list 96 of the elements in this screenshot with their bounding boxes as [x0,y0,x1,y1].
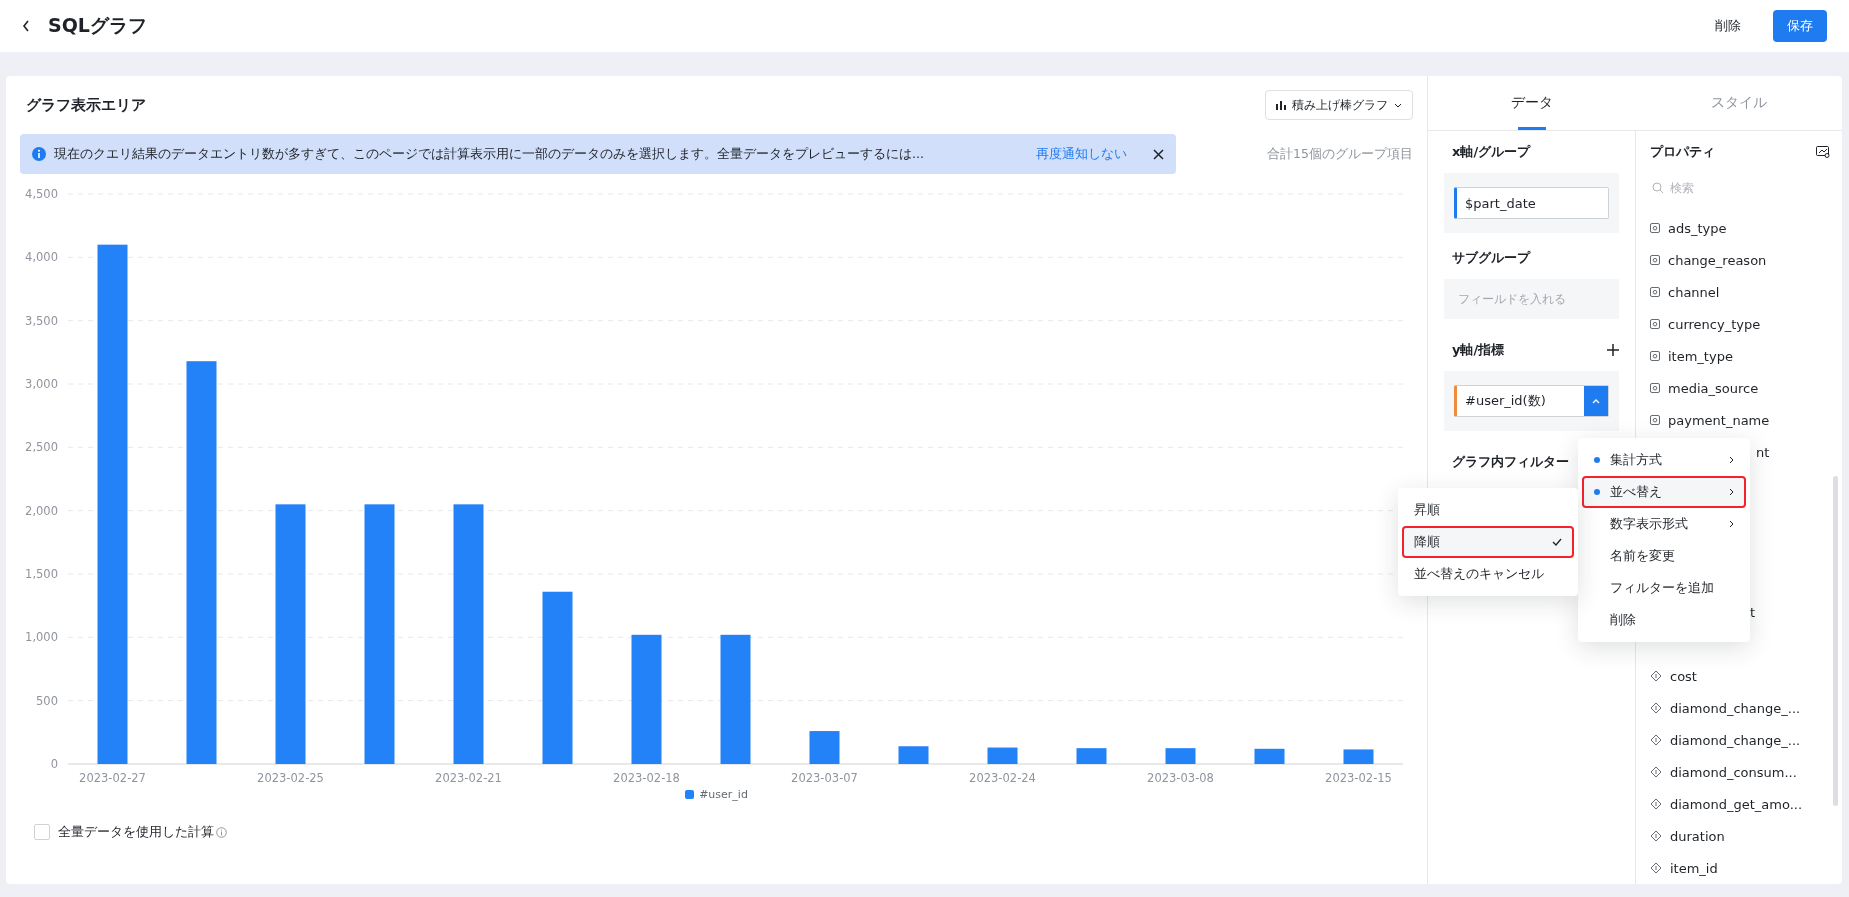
property-item[interactable]: cost [1650,660,1830,692]
menu-item[interactable]: フィルターを追加 [1582,572,1746,604]
bar [809,731,840,764]
diamond-icon [1650,702,1662,714]
y-axis-label: 4,500 [25,187,58,201]
close-icon[interactable] [1153,148,1164,160]
checkbox-label: 全量データを使用した計算 [58,823,214,841]
text-type-icon [1650,415,1660,425]
chart-type-dropdown[interactable]: 積み上げ棒グラフ [1265,90,1413,120]
property-item[interactable]: duration [1650,820,1830,852]
property-item[interactable]: media_source [1650,372,1830,404]
menu-item[interactable]: 集計方式 [1582,444,1746,476]
x-axis-label: 2023-03-08 [1147,771,1214,784]
bar [987,747,1018,764]
section-title: グラフ表示エリア [26,95,146,115]
y-axis-label: 2,000 [25,503,58,518]
chevron-down-icon [1394,102,1402,108]
diamond-icon [1650,766,1662,778]
delete-button[interactable]: 削除 [1701,10,1755,42]
text-type-icon [1650,287,1660,297]
y-axis-label: 2,500 [25,440,58,455]
metric-field[interactable]: #user_id(数) [1454,385,1609,417]
y-axis-label: 3,500 [25,313,58,328]
diamond-icon [1650,830,1662,842]
property-item[interactable]: diamond_change_... [1650,692,1830,724]
search-icon [1652,182,1664,194]
chart-settings-icon[interactable] [1816,146,1830,158]
y-axis-label: 0 [50,757,58,771]
menu-item[interactable]: 降順 [1402,526,1574,558]
text-type-icon [1650,383,1660,393]
diamond-icon [1650,734,1662,746]
bar [1254,748,1285,764]
x-axis-label: 2023-03-07 [791,771,858,784]
y-axis-label: 500 [36,693,58,708]
x-axis-label: 2023-02-15 [1325,771,1392,784]
menu-item[interactable]: 並べ替え [1582,476,1746,508]
text-type-icon [1650,223,1660,233]
property-item[interactable]: change_reason [1650,244,1830,276]
x-axis-label: 2023-02-25 [257,771,324,784]
x-axis-label: 2023-02-27 [79,771,146,784]
property-item[interactable]: currency_type [1650,308,1830,340]
info-message: 現在のクエリ結果のデータエントリ数が多すぎて、このページでは計算表示用に一部のデータのみを選択します。全量データをプレビューするには... [54,145,925,163]
info-icon [32,147,46,161]
info-icon [216,826,227,838]
check-icon [1552,538,1562,546]
save-button[interactable]: 保存 [1773,10,1827,42]
menu-item[interactable]: 削除 [1582,604,1746,636]
property-item[interactable]: item_type [1650,340,1830,372]
section-title: y軸/指標 [1452,341,1505,359]
dropdown-toggle[interactable] [1584,386,1608,416]
property-item[interactable]: channel [1650,276,1830,308]
bar [1343,749,1374,764]
property-item[interactable]: diamond_consum... [1650,756,1830,788]
text-type-icon [1650,255,1660,265]
page-title: SQLグラフ [48,13,148,38]
caret-icon [1592,398,1600,404]
property-item[interactable]: diamond_get_amo... [1650,788,1830,820]
dimension-field[interactable]: $part_date [1454,187,1609,219]
menu-item[interactable]: 並べ替えのキャンセル [1402,558,1574,590]
property-item[interactable]: nt [1756,444,1770,460]
menu-item[interactable]: 数字表示形式 [1582,508,1746,540]
bar [898,746,929,764]
back-icon[interactable] [22,20,30,32]
menu-item[interactable]: 名前を変更 [1582,540,1746,572]
y-axis-label: 1,500 [25,567,58,581]
bar [1076,748,1107,764]
x-axis-label: 2023-02-21 [435,771,502,784]
scrollbar[interactable] [1833,476,1838,806]
diamond-icon [1650,862,1662,874]
group-count: 合計15個のグループ項目 [1267,145,1413,163]
section-title: x軸/グループ [1451,143,1532,161]
checkbox[interactable] [34,824,50,840]
text-type-icon [1650,351,1660,361]
section-title: グラフ内フィルター [1452,453,1569,471]
property-item[interactable]: ads_type [1650,212,1830,244]
section-title: プロパティ [1650,143,1715,161]
property-item[interactable]: payment_name [1650,404,1830,436]
x-axis-label: 2023-02-18 [613,771,680,784]
y-axis-label: 3,000 [25,377,58,391]
legend-swatch [685,790,695,799]
legend-label: #user_id [699,788,748,801]
text-type-icon [1650,319,1660,329]
property-item[interactable]: t [1750,604,1756,620]
section-title: サブグループ [1451,249,1532,267]
x-axis-label: 2023-02-24 [969,771,1036,784]
plus-icon[interactable] [1607,344,1619,356]
y-axis-label: 1,000 [25,630,58,645]
diamond-icon [1650,798,1662,810]
y-axis-label: 4,000 [25,250,58,265]
tab[interactable]: データ [1428,76,1635,130]
menu-item[interactable]: 昇順 [1402,494,1574,526]
bar-chart-icon [1276,100,1286,110]
property-item[interactable]: item_id [1650,852,1830,884]
property-item[interactable]: diamond_change_... [1650,724,1830,756]
diamond-icon [1650,670,1662,682]
bar [1165,748,1196,764]
